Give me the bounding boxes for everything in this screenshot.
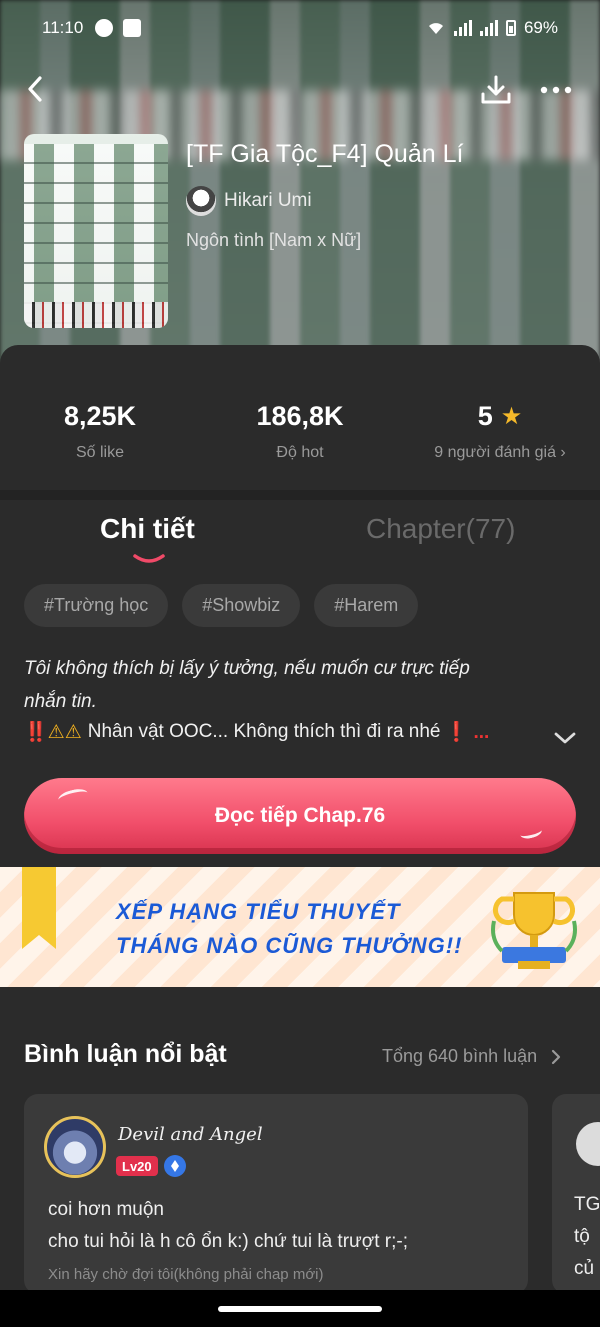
description-line: nhắn tin.: [24, 691, 97, 712]
level-badge: Lv20: [116, 1156, 158, 1176]
double-exclamation-icon: ‼️: [24, 722, 48, 743]
tab-chapter[interactable]: Chapter(77): [366, 513, 515, 545]
description-line: Nhân vật OOC... Không thích thì đi ra nh…: [87, 721, 441, 742]
commenter-name[interactable]: Devil and Angel: [118, 1124, 263, 1145]
home-indicator[interactable]: [218, 1306, 382, 1312]
comment-body: coi hơn muộn cho tui hỏi là h cô ổn k:) …: [48, 1194, 408, 1258]
status-time: 11:10: [42, 18, 84, 37]
star-icon: ★: [500, 403, 523, 430]
comment-chapter-ref: Xin hãy chờ đợi tôi(không phải chap mới): [48, 1266, 324, 1283]
trophy-icon: [491, 892, 577, 969]
signal-icon: [453, 20, 472, 36]
bookmark-ribbon-icon: [22, 867, 56, 949]
signal-icon-2: [479, 20, 498, 36]
stat-likes: 8,25K Số like: [0, 345, 200, 485]
book-genre: Ngôn tình [Nam x Nữ]: [186, 230, 362, 250]
expand-chevron-icon[interactable]: [552, 728, 578, 748]
ranking-banner[interactable]: XẾP HẠNG TIỂU THUYẾT THÁNG NÀO CŨNG THƯỞ…: [0, 867, 600, 987]
continue-reading-button[interactable]: Đọc tiếp Chap.76: [24, 778, 576, 854]
comment-line: TG: [574, 1194, 600, 1215]
comment-line: cho tui hỏi là h cô ổn k:) chứ tui là tr…: [48, 1231, 408, 1252]
stat-value: 8,25K: [63, 401, 137, 431]
stats-row: 8,25K Số like 186,8K Độ hot 5 ★ 9 người …: [0, 345, 600, 485]
warning-icon: ⚠⚠: [47, 721, 82, 743]
rating-count-row[interactable]: 9 người đánh giá ›: [400, 444, 600, 462]
tag-list: #Trường học #Showbiz #Harem: [24, 584, 419, 627]
book-title: [TF Gia Tộc_F4] Quản Lí: [186, 140, 464, 168]
cover-art-people: [24, 302, 168, 328]
featured-comments-title: Bình luận nổi bật: [24, 1040, 227, 1068]
status-bar: 11:10 69%: [0, 0, 600, 56]
download-icon[interactable]: [478, 72, 514, 108]
author-avatar[interactable]: [186, 186, 216, 216]
wifi-icon: [428, 23, 443, 34]
rating-value-row: 5 ★: [400, 401, 600, 432]
section-divider: [0, 490, 600, 500]
tab-bar: Chi tiết Chapter(77): [0, 505, 600, 565]
system-nav-bar: [0, 1290, 600, 1327]
tag-chip[interactable]: #Harem: [314, 584, 419, 627]
continue-reading-label: Đọc tiếp Chap.76: [214, 804, 386, 827]
stat-label: Độ hot: [276, 444, 324, 461]
banner-line1: XẾP HẠNG TIỂU THUYẾT: [116, 899, 401, 924]
commenter-avatar[interactable]: [44, 1116, 106, 1178]
author-name[interactable]: Hikari Umi: [224, 190, 312, 212]
tab-detail[interactable]: Chi tiết: [100, 513, 195, 545]
banner-line2: THÁNG NÀO CŨNG THƯỞNG!!: [116, 933, 463, 958]
book-cover[interactable]: [24, 134, 168, 328]
stat-value: 5: [477, 401, 493, 431]
battery-icon: [505, 20, 516, 36]
commenter-avatar: [576, 1122, 600, 1166]
messenger-icon: [95, 19, 114, 37]
author-row[interactable]: Hikari Umi: [186, 186, 312, 216]
description: Tôi không thích bị lấy ý tưởng, nếu muốn…: [24, 652, 564, 718]
tag-chip[interactable]: #Showbiz: [182, 584, 301, 627]
stat-hot: 186,8K Độ hot: [200, 345, 400, 485]
top-toolbar: [0, 66, 600, 112]
comment-line: tộ: [574, 1226, 590, 1247]
chevron-right-icon: [552, 1049, 561, 1064]
description-warning-row: ‼️ ⚠⚠ Nhân vật OOC... Không thích thì đi…: [24, 720, 584, 744]
tab-active-indicator: [133, 554, 165, 563]
battery-percent: 69%: [523, 18, 558, 37]
description-line: Tôi không thích bị lấy ý tưởng, nếu muốn…: [24, 658, 470, 679]
back-arrow-icon[interactable]: [20, 72, 54, 106]
comment-line: coi hơn muộn: [48, 1199, 164, 1220]
comment-card-next[interactable]: TG tộ củ: [552, 1094, 600, 1294]
cover-art: [24, 144, 168, 328]
exclamation-icon: ❗ ...: [444, 722, 490, 743]
comment-card[interactable]: Devil and Angel Lv20 coi hơn muộn cho tu…: [24, 1094, 528, 1294]
verified-badge-icon: [164, 1155, 186, 1177]
stat-label: Số like: [75, 444, 125, 461]
stat-label: 9 người đánh giá: [434, 444, 556, 461]
chevron-right-icon: ›: [560, 444, 566, 461]
stat-rating[interactable]: 5 ★ 9 người đánh giá ›: [400, 345, 600, 485]
comment-line: củ: [574, 1258, 595, 1279]
stat-value: 186,8K: [256, 401, 344, 431]
comments-total: Tổng 640 bình luận: [382, 1046, 538, 1066]
all-comments-link[interactable]: Tổng 640 bình luận: [382, 1046, 561, 1067]
notification-icon: [123, 19, 142, 37]
tag-chip[interactable]: #Trường học: [24, 584, 169, 627]
more-options-icon[interactable]: [536, 72, 576, 108]
